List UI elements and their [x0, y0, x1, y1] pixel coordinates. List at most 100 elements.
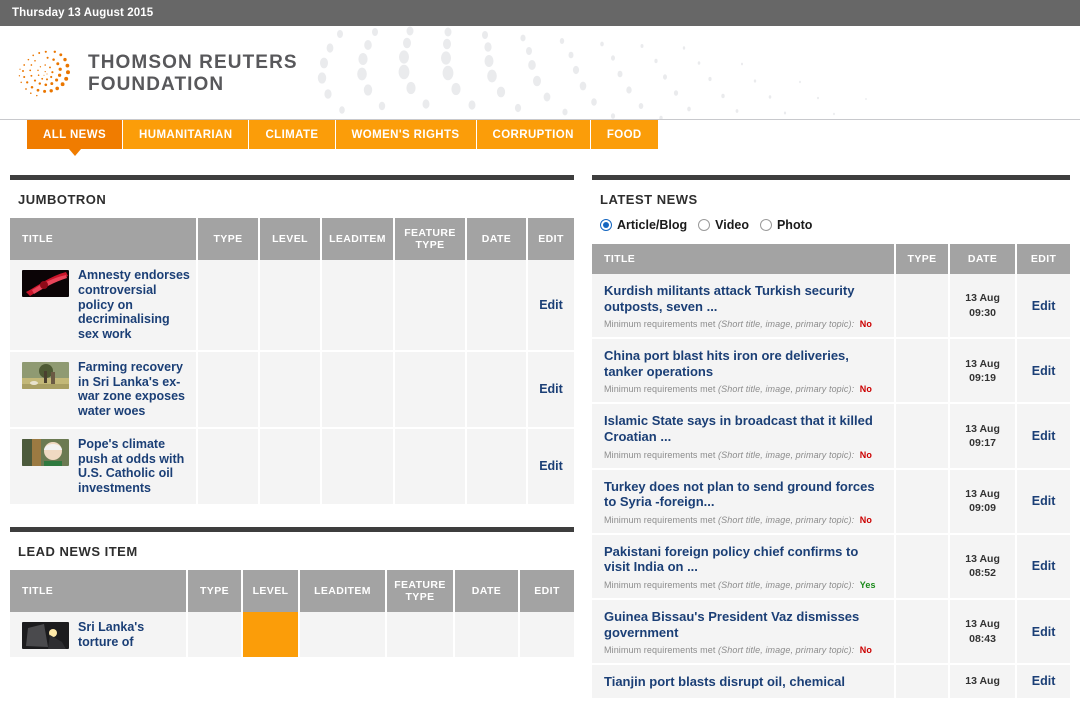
requirement-value: No: [859, 319, 872, 330]
latest-news-article-link[interactable]: Kurdish militants attack Turkish securit…: [604, 283, 884, 314]
latest-news-cell-date: 13 Aug 09:30: [948, 274, 1018, 340]
edit-button[interactable]: Edit: [532, 298, 570, 312]
jumbotron-cell-edit: Edit: [527, 260, 574, 352]
edit-button[interactable]: Edit: [1021, 429, 1066, 443]
jumbotron-cell-date: [466, 260, 528, 352]
nav-tab-climate[interactable]: CLIMATE: [249, 120, 336, 149]
requirement-detail: (Short title, image, primary topic):: [718, 384, 855, 395]
latest-news-cell-title: Guinea Bissau's President Vaz dismisses …: [592, 598, 897, 666]
brand-logo[interactable]: THOMSON REUTERS FOUNDATION: [14, 44, 298, 104]
minimum-requirements-status: Minimum requirements met (Short title, i…: [604, 645, 884, 655]
jumbotron-cell-leaditem[interactable]: [321, 427, 395, 506]
jumbotron-cell-title: Farming recovery in Sri Lanka's ex-war z…: [10, 350, 198, 429]
requirement-detail: (Short title, image, primary topic):: [718, 449, 855, 460]
jumbotron-article-link[interactable]: Farming recovery in Sri Lanka's ex-war z…: [78, 360, 192, 419]
requirement-value: No: [859, 449, 872, 460]
date-day: 13 Aug: [965, 357, 1000, 370]
requirement-value: No: [859, 384, 872, 395]
latest-news-article-link[interactable]: Islamic State says in broadcast that it …: [604, 413, 884, 444]
edit-button[interactable]: Edit: [1021, 299, 1066, 313]
latest-news-article-link[interactable]: China port blast hits iron ore deliverie…: [604, 348, 884, 379]
latest-news-article-link[interactable]: Tianjin port blasts disrupt oil, chemica…: [604, 674, 884, 690]
lead-news-article-link[interactable]: Sri Lanka's torture of: [78, 620, 182, 650]
latest-news-table: TITLE TYPE DATE EDIT Kurdish militants a…: [592, 244, 1070, 700]
jumbotron-cell-leaditem[interactable]: [321, 260, 395, 352]
filter-option-video[interactable]: Video: [698, 218, 749, 232]
nav-tab-all-news[interactable]: ALL NEWS: [27, 120, 124, 156]
jumbotron-cell-level[interactable]: [259, 427, 322, 506]
nav-tab-humanitarian[interactable]: HUMANITARIAN: [123, 120, 250, 149]
table-row: Kurdish militants attack Turkish securit…: [592, 274, 1070, 340]
requirement-detail: (Short title, image, primary topic):: [718, 645, 855, 656]
jumbotron-cell-type[interactable]: [197, 350, 260, 429]
latest-news-heading: LATEST NEWS: [600, 192, 698, 207]
latest-news-article-link[interactable]: Turkey does not plan to send ground forc…: [604, 479, 884, 510]
lead-news-cell-edit[interactable]: [519, 611, 574, 660]
lead-news-col-feature-type: FEATURE TYPE: [386, 569, 455, 612]
edit-button[interactable]: Edit: [532, 459, 570, 473]
jumbotron-cell-leaditem[interactable]: [321, 350, 395, 429]
minimum-requirements-status: Minimum requirements met (Short title, i…: [604, 450, 884, 460]
jumbotron-cell-feature-type[interactable]: [394, 427, 467, 506]
jumbotron-cell-feature-type[interactable]: [394, 350, 467, 429]
minimum-requirements-status: Minimum requirements met (Short title, i…: [604, 580, 884, 590]
date-time: 08:52: [969, 567, 996, 580]
date-time: 09:19: [969, 371, 996, 384]
latest-news-cell-type: [895, 274, 950, 340]
minimum-requirements-status: Minimum requirements met (Short title, i…: [604, 384, 884, 394]
jumbotron-cell-type[interactable]: [197, 260, 260, 352]
edit-button[interactable]: Edit: [1021, 674, 1066, 688]
radio-selected-icon[interactable]: [600, 219, 612, 231]
jumbotron-cell-edit: Edit: [527, 427, 574, 506]
lead-news-cell-title: Sri Lanka's torture of: [10, 611, 188, 660]
latest-news-article-link[interactable]: Pakistani foreign policy chief confirms …: [604, 544, 884, 575]
nav-tab-corruption[interactable]: CORRUPTION: [476, 120, 591, 149]
edit-button[interactable]: Edit: [1021, 559, 1066, 573]
latest-news-article-link[interactable]: Guinea Bissau's President Vaz dismisses …: [604, 609, 884, 640]
jumbotron-article-link[interactable]: Pope's climate push at odds with U.S. Ca…: [78, 437, 192, 496]
brand-line-2: FOUNDATION: [88, 74, 225, 95]
lead-news-cell-leaditem[interactable]: [299, 611, 387, 660]
nav-tab-food[interactable]: FOOD: [590, 120, 659, 149]
jumbotron-article-link[interactable]: Amnesty endorses controversial policy on…: [78, 268, 192, 342]
latest-news-cell-edit: Edit: [1016, 664, 1070, 700]
article-thumbnail-icon: [22, 361, 69, 389]
jumbotron-cell-feature-type[interactable]: [394, 260, 467, 352]
latest-news-col-title: TITLE: [592, 244, 897, 274]
radio-unselected-icon[interactable]: [759, 219, 772, 231]
lead-news-cell-feature-type[interactable]: [386, 611, 455, 660]
lead-news-cell-level-highlighted[interactable]: [242, 611, 300, 660]
latest-news-cell-title: Turkey does not plan to send ground forc…: [592, 468, 897, 535]
latest-news-cell-type: [895, 533, 950, 600]
jumbotron-cell-type[interactable]: [197, 427, 260, 506]
requirement-prefix: Minimum requirements met: [604, 384, 716, 395]
filter-option-photo[interactable]: Photo: [759, 218, 812, 232]
jumbotron-cell-title: Amnesty endorses controversial policy on…: [10, 260, 198, 352]
edit-button[interactable]: Edit: [1021, 494, 1066, 508]
latest-news-cell-date: 13 Aug 08:43: [948, 598, 1018, 666]
nav-tab-womens-rights[interactable]: WOMEN'S RIGHTS: [335, 120, 477, 149]
latest-news-cell-edit: Edit: [1016, 338, 1070, 405]
lead-news-col-level: LEVEL: [242, 569, 300, 612]
requirement-detail: (Short title, image, primary topic):: [718, 319, 855, 330]
masthead: THOMSON REUTERS FOUNDATION: [0, 26, 1080, 120]
right-column: LATEST NEWS Article/Blog Video Photo TIT…: [592, 154, 1070, 720]
edit-button[interactable]: Edit: [1021, 625, 1066, 639]
jumbotron-col-title: TITLE: [10, 218, 198, 260]
edit-button[interactable]: Edit: [1021, 364, 1066, 378]
filter-option-article-blog[interactable]: Article/Blog: [600, 218, 687, 232]
latest-news-header-row: TITLE TYPE DATE EDIT: [592, 244, 1070, 274]
radio-unselected-icon[interactable]: [698, 219, 711, 231]
jumbotron-cell-date: [466, 427, 528, 506]
date-day: 13 Aug: [965, 675, 1000, 688]
latest-news-cell-date: 13 Aug 09:19: [948, 338, 1018, 405]
article-thumbnail-icon: [22, 621, 69, 649]
latest-news-cell-title: Islamic State says in broadcast that it …: [592, 403, 897, 470]
lead-news-cell-type[interactable]: [187, 611, 243, 660]
date-day: 13 Aug: [965, 292, 1000, 305]
jumbotron-cell-level[interactable]: [259, 260, 322, 352]
jumbotron-cell-level[interactable]: [259, 350, 322, 429]
requirement-prefix: Minimum requirements met: [604, 514, 716, 525]
edit-button[interactable]: Edit: [532, 382, 570, 396]
jumbotron-col-level: LEVEL: [259, 218, 322, 260]
